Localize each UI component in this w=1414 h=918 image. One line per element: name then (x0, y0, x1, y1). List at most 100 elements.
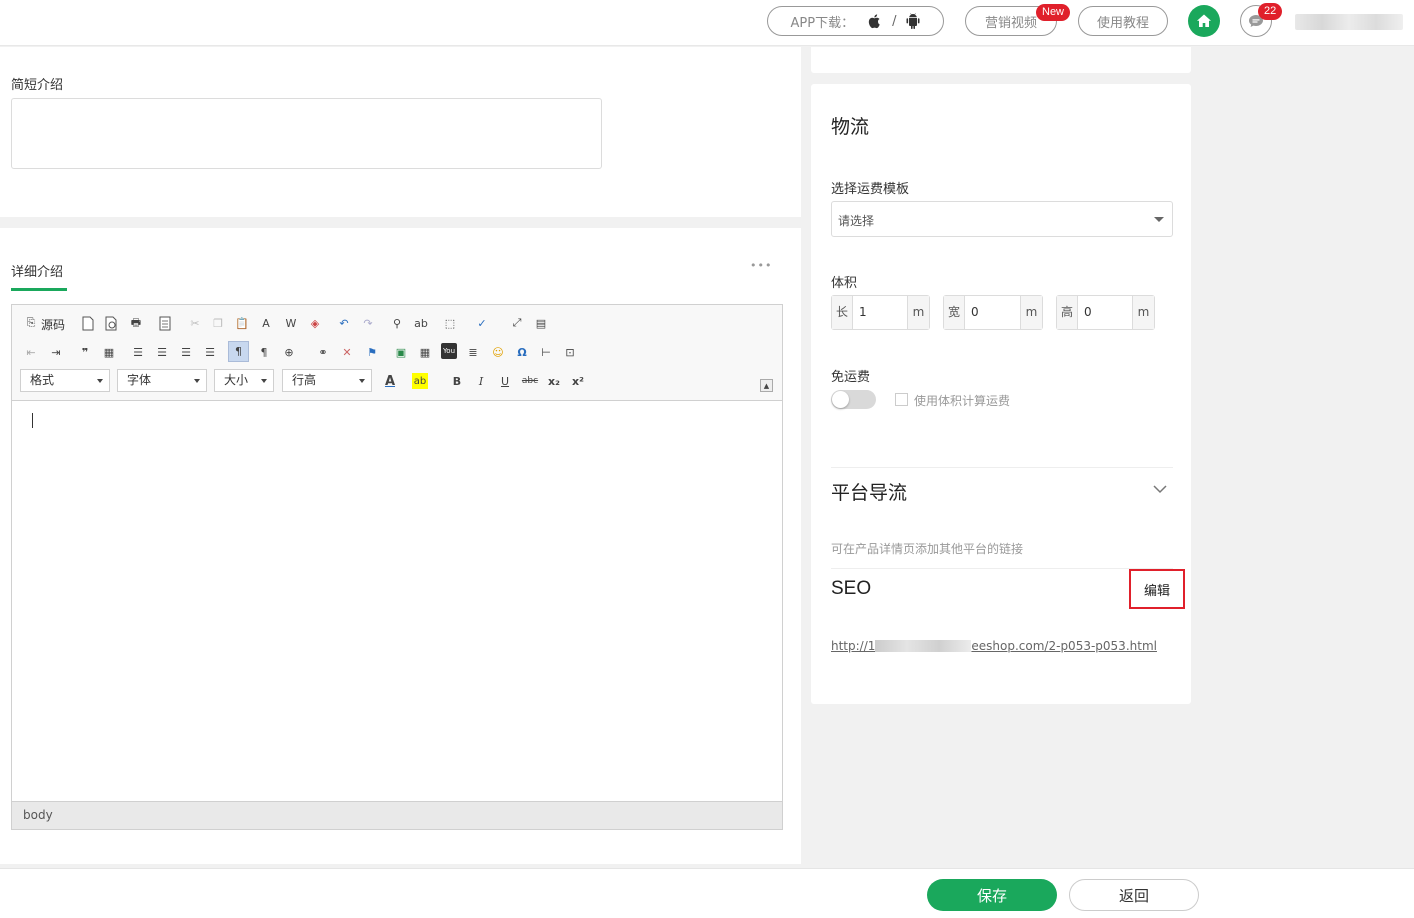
platform-title: 平台导流 (831, 482, 908, 504)
print-icon[interactable]: 🖶 (128, 315, 144, 331)
line-height-select[interactable]: 行高 (282, 369, 372, 392)
strikethrough-icon[interactable]: abc (522, 373, 538, 389)
copy-icon[interactable]: ❐ (210, 315, 226, 331)
unlink-icon[interactable]: ✕ (339, 344, 355, 360)
anchor-icon[interactable]: ⚑ (364, 344, 380, 360)
superscript-icon[interactable]: x² (570, 373, 586, 389)
youtube-icon[interactable]: You (441, 343, 457, 359)
back-button[interactable]: 返回 (1069, 879, 1199, 911)
home-icon[interactable] (1188, 5, 1220, 37)
tutorial-button[interactable]: 使用教程 (1078, 6, 1168, 36)
seo-url-link[interactable]: http://1 eeshop.com/2-p053-p053.html (831, 639, 1157, 653)
user-name[interactable] (1295, 14, 1403, 30)
cut-icon[interactable]: ✂ (187, 315, 203, 331)
free-shipping-label: 免运费 (831, 370, 871, 385)
new-page-icon[interactable] (80, 315, 96, 331)
app-download-pill[interactable]: APP下载： / (767, 6, 944, 36)
detail-intro-tab[interactable]: 详细介绍 (11, 261, 63, 280)
source-label[interactable]: 源码 (41, 316, 65, 333)
find-icon[interactable]: ⚲ (389, 315, 405, 331)
short-intro-textarea[interactable] (11, 98, 602, 169)
subscript-icon[interactable]: x₂ (546, 373, 562, 389)
more-options-icon[interactable]: ••• (750, 259, 772, 272)
paste-icon[interactable]: 📋 (234, 315, 250, 331)
blockquote-icon[interactable]: ❞ (77, 344, 93, 360)
page-break-icon[interactable]: ⊢ (538, 344, 554, 360)
short-intro-label: 简短介绍 (11, 78, 64, 93)
select-all-icon[interactable]: ⬚ (442, 315, 458, 331)
seo-edit-button[interactable]: 编辑 (1129, 569, 1185, 609)
width-unit: m (1020, 296, 1042, 329)
right-top-card (811, 47, 1191, 73)
replace-icon[interactable]: ab (413, 315, 429, 331)
element-path[interactable]: body (23, 808, 53, 822)
seo-title: SEO (831, 578, 872, 599)
templates-icon[interactable] (157, 315, 173, 331)
special-char-icon[interactable]: Ω (514, 344, 530, 360)
length-input[interactable]: 长 1 m (831, 295, 930, 330)
collapse-toolbar-icon[interactable]: ▲ (760, 379, 773, 392)
seo-url-prefix: http://1 (831, 639, 876, 653)
app-sep: / (892, 13, 897, 29)
seo-url-suffix: eeshop.com/2-p053-p053.html (971, 639, 1157, 653)
width-input[interactable]: 宽 0 m (943, 295, 1043, 330)
toggle-knob (832, 391, 849, 408)
font-select[interactable]: 字体 (117, 369, 207, 392)
undo-icon[interactable]: ↶ (336, 315, 352, 331)
short-intro-card: 简短介绍 (0, 47, 801, 217)
height-prefix: 高 (1057, 296, 1078, 329)
table-icon[interactable]: ▦ (417, 344, 433, 360)
spellcheck-icon[interactable]: ✓ (474, 315, 490, 331)
paste-word-icon[interactable]: W (283, 315, 299, 331)
show-blocks-icon[interactable]: ▤ (533, 315, 549, 331)
height-input[interactable]: 高 0 m (1056, 295, 1155, 330)
new-badge: New (1036, 4, 1071, 21)
maximize-icon[interactable]: ⤢ (509, 315, 525, 331)
indent-icon[interactable]: ⇥ (48, 344, 64, 360)
url-redacted (875, 640, 972, 652)
apple-icon[interactable] (868, 13, 882, 29)
remove-format-icon[interactable]: ◈ (307, 315, 323, 331)
italic-icon[interactable]: I (473, 373, 489, 389)
horizontal-line-icon[interactable]: ≣ (465, 344, 481, 360)
back-label: 返回 (1118, 886, 1149, 905)
rtl-icon[interactable]: ¶ (256, 344, 272, 360)
underline-icon[interactable]: U (497, 373, 513, 389)
message-count-badge: 22 (1258, 3, 1283, 20)
language-icon[interactable]: ⊕ (281, 344, 297, 360)
smiley-icon[interactable]: ☺ (490, 344, 506, 360)
save-button[interactable]: 保存 (927, 879, 1057, 911)
text-color-icon[interactable]: A (382, 373, 398, 389)
chevron-down-icon[interactable] (1152, 481, 1168, 497)
image-icon[interactable]: ▣ (393, 344, 409, 360)
app-download-label: APP下载： (790, 15, 855, 31)
bold-icon[interactable]: B (449, 373, 465, 389)
align-justify-icon[interactable]: ☰ (202, 344, 218, 360)
volume-calc-checkbox[interactable] (895, 393, 908, 406)
format-select[interactable]: 格式 (20, 369, 110, 392)
align-center-icon[interactable]: ☰ (154, 344, 170, 360)
size-select[interactable]: 大小 (214, 369, 274, 392)
logistics-title: 物流 (831, 116, 870, 138)
create-div-icon[interactable]: ▦ (101, 344, 117, 360)
iframe-icon[interactable]: ⊡ (562, 344, 578, 360)
free-shipping-toggle[interactable] (831, 390, 876, 409)
divider (831, 568, 1173, 569)
android-icon[interactable] (906, 13, 920, 29)
save-label: 保存 (976, 886, 1007, 905)
bg-color-icon[interactable]: ab (412, 373, 428, 389)
paste-text-icon[interactable]: A (258, 315, 274, 331)
align-right-icon[interactable]: ☰ (178, 344, 194, 360)
outdent-icon[interactable]: ⇤ (23, 344, 39, 360)
width-prefix: 宽 (944, 296, 965, 329)
link-icon[interactable]: ⚭ (315, 344, 331, 360)
preview-icon[interactable] (104, 315, 120, 331)
shipping-template-label: 选择运费模板 (831, 182, 910, 197)
redo-icon[interactable]: ↷ (360, 315, 376, 331)
align-left-icon[interactable]: ☰ (130, 344, 146, 360)
height-value: 0 (1084, 305, 1092, 319)
ltr-icon[interactable]: ¶ (228, 341, 249, 362)
height-unit: m (1132, 296, 1154, 329)
source-icon[interactable]: ⎘ (23, 315, 39, 331)
shipping-template-select[interactable]: 请选择 (831, 201, 1173, 237)
